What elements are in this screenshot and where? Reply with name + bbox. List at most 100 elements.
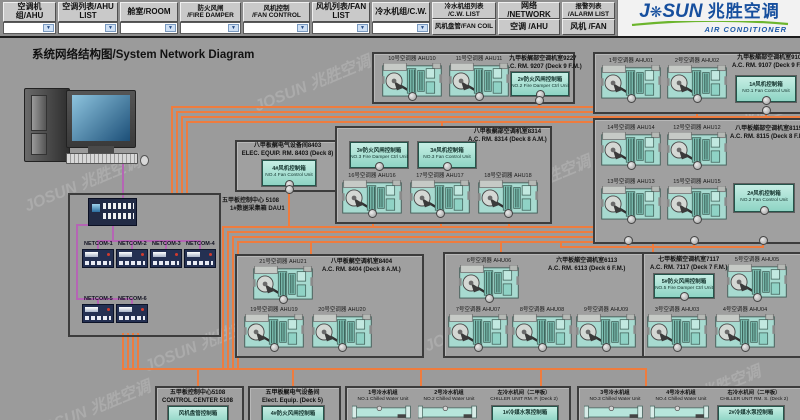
toolbar-button-ahu-page[interactable]: 空调 /AHU — [498, 19, 560, 35]
toolbar-button-fan-list[interactable]: 风机列表/FAN LIST — [312, 2, 370, 22]
group-name-en: A.C. RM. 8404 (Deck 8 A.M.) — [322, 267, 401, 275]
ahu-unit[interactable]: 14号空调器 AHU14 — [600, 124, 662, 166]
fire-damper-ctrl-button[interactable]: 2#防火风闸控制箱 NO.2 Fire Damper Ctrl Unit — [511, 72, 569, 96]
bus-line — [500, 241, 502, 252]
scada-network-diagram-page: 空调机组/AHU 空调列表/AHU LIST 舱室/ROOM 防火风闸/FIRE… — [0, 0, 800, 420]
netcom-module[interactable] — [184, 249, 216, 268]
connector-dot — [535, 96, 544, 105]
netcom-module[interactable] — [82, 249, 114, 268]
ahu-unit[interactable]: 5号空调器 AHU05 — [726, 256, 788, 298]
ethernet-switch[interactable] — [88, 198, 137, 226]
toolbar-button-cw-list[interactable]: 冷水机组列表/C.W. LIST — [432, 2, 496, 19]
netcom-module[interactable] — [116, 304, 148, 323]
pump-ctrl-button[interactable]: 1#冷媒水泵控制箱 — [492, 406, 558, 420]
server-tower — [24, 88, 70, 162]
chevron-down-icon[interactable]: ▼ — [165, 24, 176, 32]
drive-bay — [31, 95, 47, 131]
bus-line — [645, 368, 647, 386]
netcom-module[interactable] — [82, 304, 114, 323]
toolbar-button-fan-control[interactable]: 风机控制/FAN CONTROL — [243, 2, 310, 22]
ahu-list-combobox[interactable]: ▼ — [58, 22, 118, 34]
ahu-unit[interactable]: 19号空调器 AHU19 — [243, 306, 305, 348]
group-header: 八甲板艏部空调机室8115 A.C. RM. 8115 (Deck 8 F.M.… — [730, 126, 800, 142]
fire-damper-ctrl-button[interactable]: 5#防火风闸控制箱 NO.5 Fire Damper Ctrl Unit — [654, 274, 714, 298]
fan-ctrl-button[interactable]: 2#风机控制箱 NO.2 Fan Control Unit — [734, 184, 794, 212]
ahu-unit[interactable]: 9号空调器 AHU09 — [575, 306, 637, 348]
ahu-unit[interactable]: 6号空调器 AHU06 — [458, 257, 520, 299]
ahu-unit[interactable]: 17号空调器 AHU17 — [409, 172, 471, 214]
toolbar-separator — [0, 36, 800, 38]
monitor — [66, 90, 136, 148]
chiller-graphic[interactable] — [650, 405, 712, 419]
chiller-graphic[interactable] — [352, 405, 414, 419]
chevron-down-icon[interactable]: ▼ — [228, 24, 239, 32]
logo-j: J — [639, 1, 650, 22]
bus-line — [122, 333, 124, 368]
fan-coil-ctrl-button[interactable]: 风机盘管控制箱 — [168, 406, 228, 420]
connector-dot — [741, 343, 750, 352]
ahu-unit[interactable]: 10号空调器 AHU10 — [381, 55, 443, 97]
fan-ctrl-button[interactable]: 4#风机控制箱 NO.4 Fan Control Unit — [262, 160, 316, 186]
netcom-module[interactable] — [116, 249, 148, 268]
toolbar-button-cw[interactable]: 冷水机组/C.W. — [372, 2, 430, 22]
fire-damper-ctrl-button[interactable]: 4#防火风闸控制箱 — [262, 406, 324, 420]
button-label: 防火风闸 — [198, 5, 224, 12]
toolbar-button-alarm-list[interactable]: 报警列表/ALARM LIST — [562, 2, 615, 19]
ahu-label: 6号空调器 AHU06 — [458, 257, 520, 265]
bus-line — [232, 236, 234, 368]
toolbar-button-fan-coil[interactable]: 风机盘管/FAN COIL — [432, 19, 496, 35]
ahu-combobox[interactable]: ▼ — [3, 22, 56, 34]
bus-line — [127, 333, 129, 368]
ahu-label: 3号空调器 AHU03 — [646, 306, 708, 314]
switch-screen — [92, 204, 100, 212]
button-label: 风机盘管/FAN COIL — [435, 23, 493, 30]
bus-line — [197, 368, 199, 386]
chevron-down-icon[interactable]: ▼ — [105, 24, 116, 32]
group-name-en: ELEC. EQUIP. RM. 8403 (Deck 8) — [240, 151, 335, 159]
toolbar-button-network[interactable]: 网络 /NETWORK — [498, 2, 560, 19]
chevron-down-icon[interactable]: ▼ — [417, 24, 428, 32]
fire-damper-combobox[interactable]: ▼ — [180, 22, 241, 34]
toolbar-button-ahu[interactable]: 空调机组/AHU — [3, 2, 56, 22]
chevron-down-icon[interactable]: ▼ — [43, 24, 54, 32]
toolbar-button-fan-page[interactable]: 风机 /FAN — [562, 19, 615, 35]
ahu-unit[interactable]: 8号空调器 AHU08 — [511, 306, 573, 348]
chevron-down-icon[interactable]: ▼ — [357, 24, 368, 32]
chevron-down-icon[interactable]: ▼ — [297, 24, 308, 32]
fan-ctrl-button[interactable]: 3#风机控制箱 NO.3 Fan Control Unit — [418, 142, 476, 168]
netcom-module[interactable] — [150, 249, 182, 268]
toolbar-button-ahu-list[interactable]: 空调列表/AHU LIST — [58, 2, 118, 22]
bus-line — [222, 226, 224, 368]
chiller-name-en: NO.3 Chilled Water Unit — [584, 397, 646, 403]
keyboard — [66, 153, 138, 164]
fan-list-combobox[interactable]: ▼ — [312, 22, 370, 34]
chiller-graphic[interactable] — [418, 405, 480, 419]
ahu-unit[interactable]: 4号空调器 AHU04 — [714, 306, 776, 348]
group-header: 六甲板艏空调机室6113 A.C. RM. 6113 (Deck 6 F.M.) — [548, 258, 625, 274]
ahu-unit[interactable]: 21号空调器 AHU21 — [252, 258, 314, 300]
ahu-unit[interactable]: 11号空调器 AHU11 — [448, 55, 510, 97]
panel-label-line2: 1#数据采集箱 DAU1 — [222, 205, 285, 213]
ahu-unit[interactable]: 15号空调器 AHU15 — [666, 178, 728, 220]
chiller-graphic[interactable] — [584, 405, 646, 419]
ahu-unit[interactable]: 1号空调器 AHU01 — [600, 57, 662, 99]
ahu-unit[interactable]: 13号空调器 AHU13 — [600, 178, 662, 220]
ahu-unit[interactable]: 20号空调器 AHU20 — [311, 306, 373, 348]
snowflake-icon: ❋ — [650, 4, 663, 21]
netcom-label: NETCOM-4 — [186, 241, 215, 247]
fire-damper-ctrl-button[interactable]: 3#防火风闸控制箱 NO.3 Fire Damper Ctrl Unit — [350, 142, 408, 168]
ahu-unit[interactable]: 7号空调器 AHU07 — [447, 306, 509, 348]
ahu-unit[interactable]: 12号空调器 AHU12 — [666, 124, 728, 166]
ahu-unit[interactable]: 16号空调器 AHU16 — [341, 172, 403, 214]
ahu-unit[interactable]: 18号空调器 AHU18 — [477, 172, 539, 214]
toolbar-button-fire-damper[interactable]: 防火风闸/FIRE DAMPER — [180, 2, 241, 22]
ahu-unit[interactable]: 2号空调器 AHU02 — [666, 57, 728, 99]
fan-ctrl-button[interactable]: 1#风机控制箱 NO.1 Fan Control Unit — [736, 76, 796, 102]
fan-control-combobox[interactable]: ▼ — [243, 22, 310, 34]
room-combobox[interactable]: ▼ — [120, 22, 178, 34]
pump-ctrl-button[interactable]: 2#冷媒水泵控制箱 — [718, 406, 784, 420]
connector-dot — [408, 92, 417, 101]
toolbar-button-room[interactable]: 舱室/ROOM — [120, 2, 178, 22]
ahu-unit[interactable]: 3号空调器 AHU03 — [646, 306, 708, 348]
cw-combobox[interactable]: ▼ — [372, 22, 430, 34]
